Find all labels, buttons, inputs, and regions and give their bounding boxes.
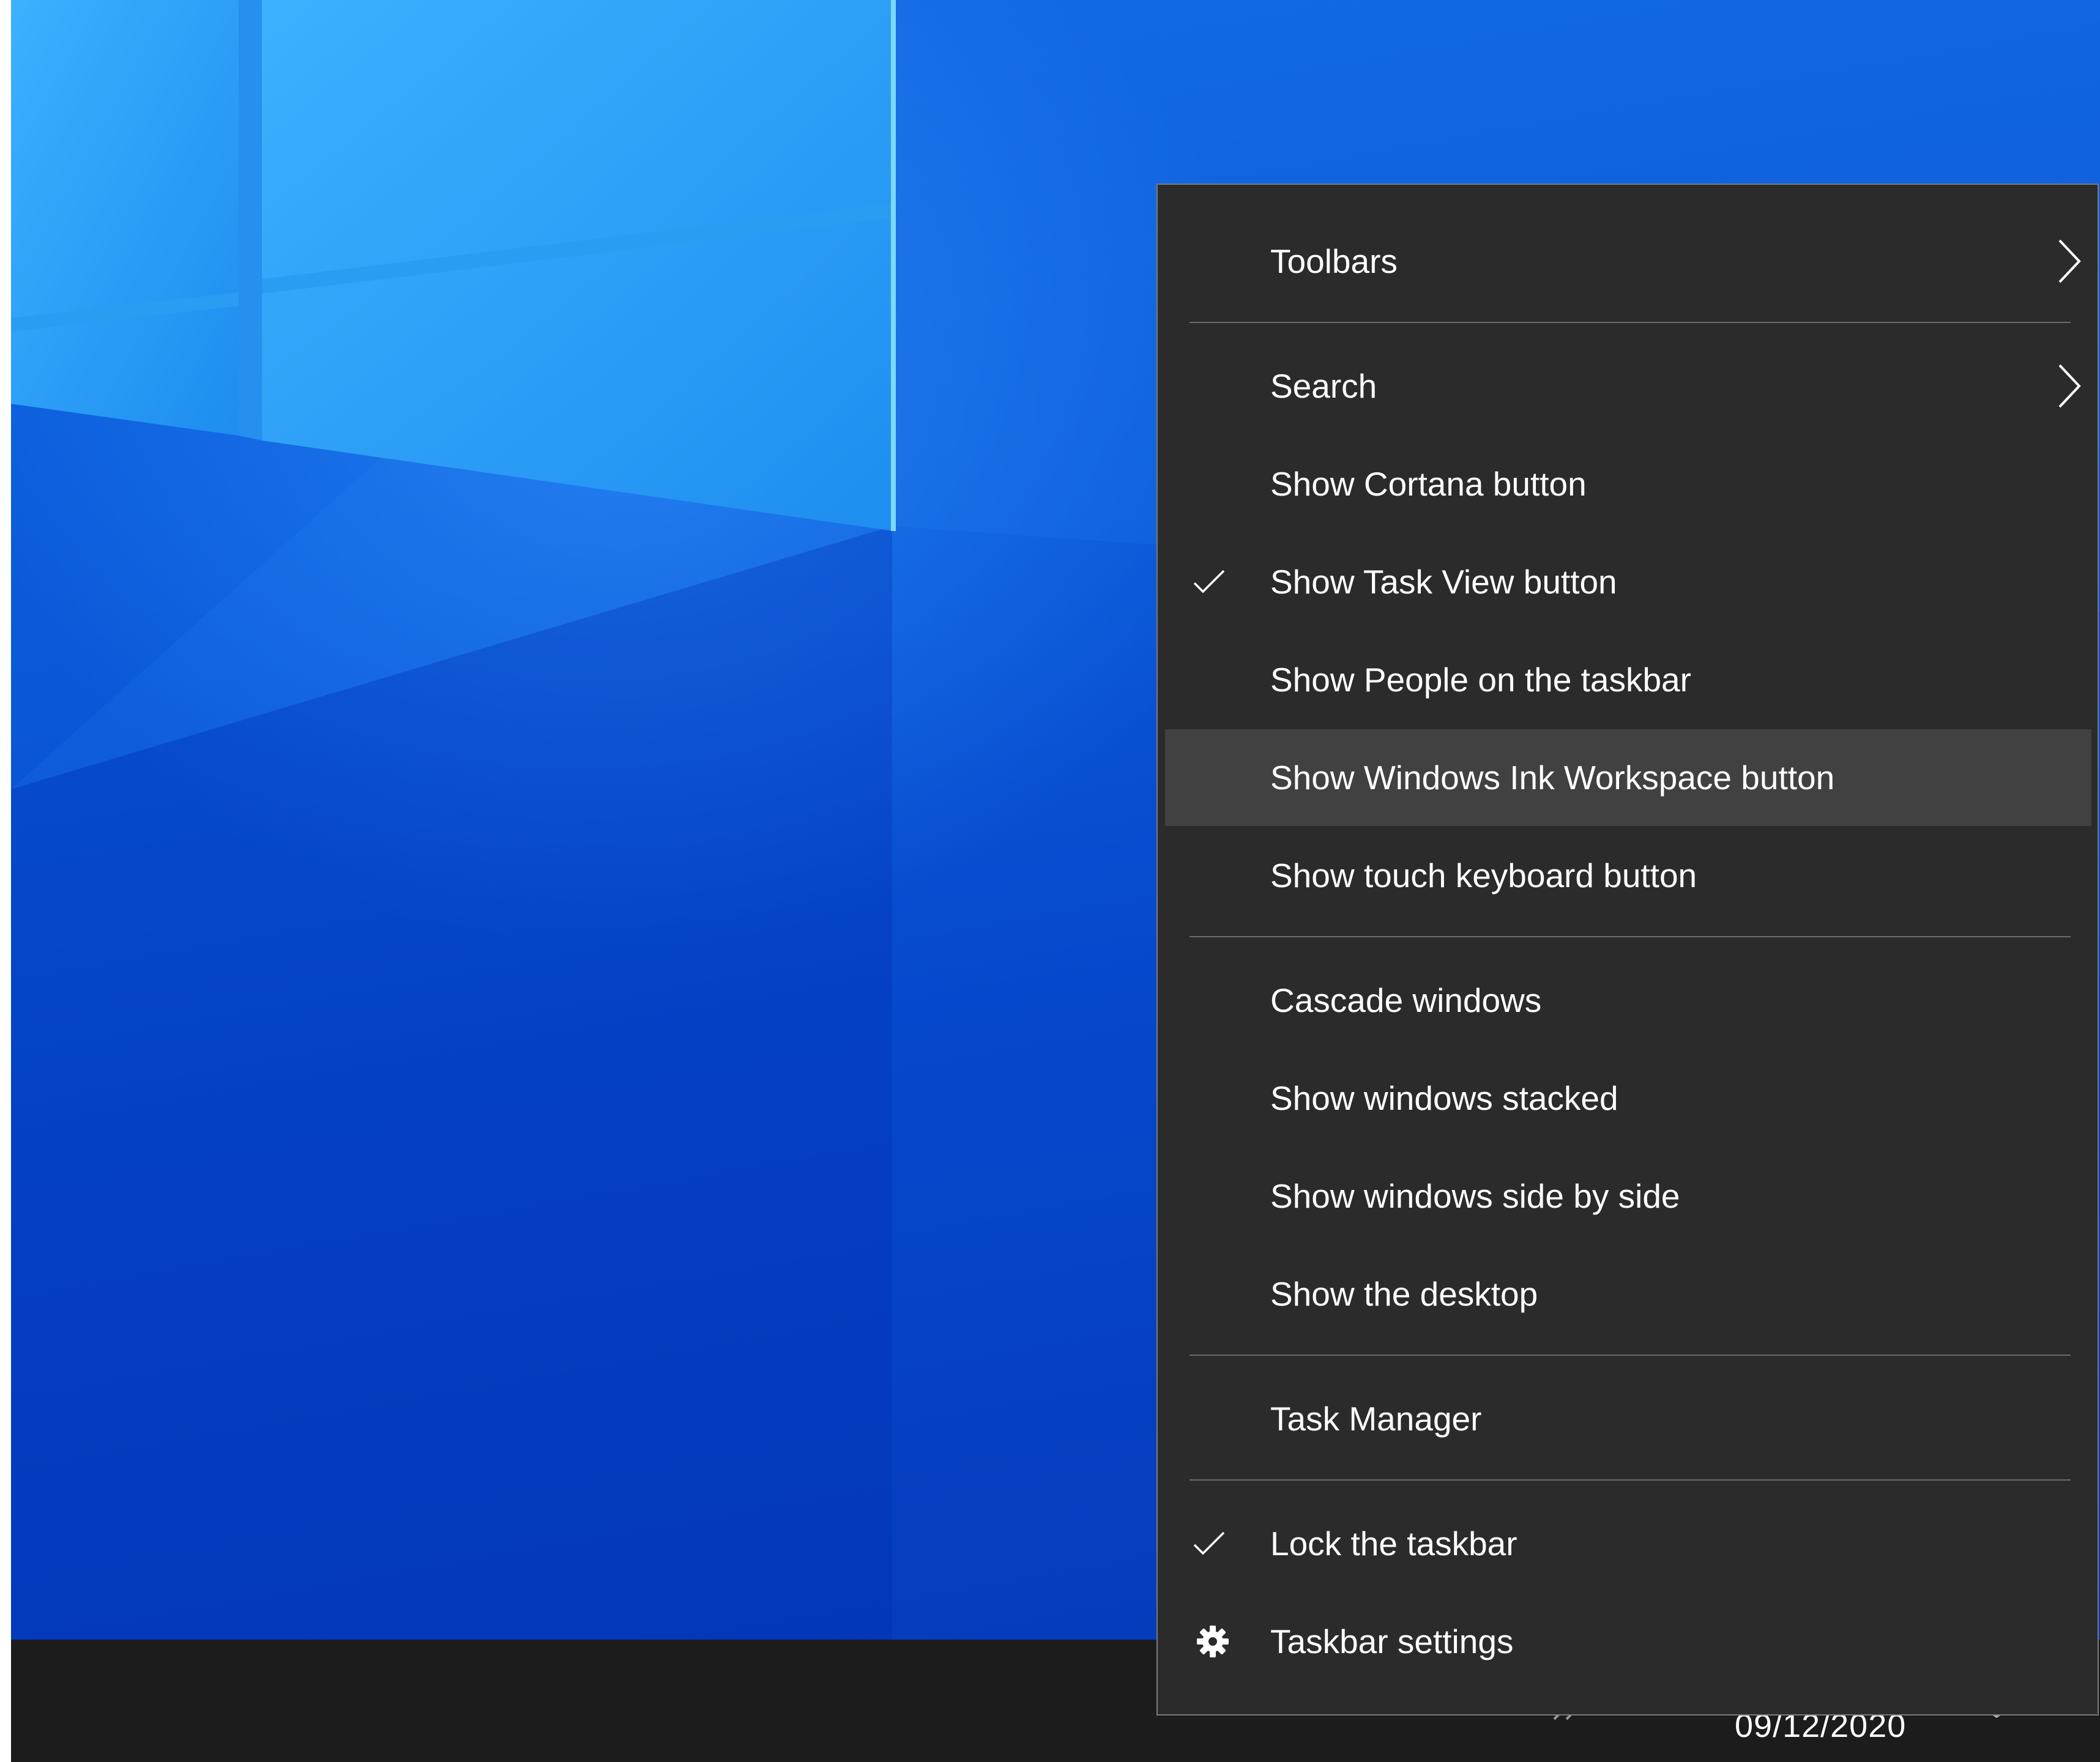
menu-separator <box>1190 1479 2071 1481</box>
gear-icon <box>1197 1626 1229 1657</box>
menu-item-label: Show windows stacked <box>1270 1079 1618 1117</box>
menu-item-label: Toolbars <box>1270 242 1398 280</box>
submenu-arrow-icon <box>2058 364 2081 408</box>
menu-item-show-touch-keyboard-button[interactable]: Show touch keyboard button <box>1165 827 2091 924</box>
checkmark-icon <box>1193 1531 1225 1555</box>
menu-item-show-people[interactable]: Show People on the taskbar <box>1165 631 2091 728</box>
menu-item-label: Show touch keyboard button <box>1270 857 1697 894</box>
menu-separator <box>1190 1355 2071 1356</box>
menu-item-label: Show windows side by side <box>1270 1177 1680 1215</box>
submenu-arrow-icon <box>2058 239 2081 283</box>
menu-item-task-manager[interactable]: Task Manager <box>1165 1370 2091 1467</box>
menu-item-show-task-view-button[interactable]: Show Task View button <box>1165 533 2091 630</box>
menu-item-label: Show Task View button <box>1270 563 1617 601</box>
menu-item-search[interactable]: Search <box>1165 338 2091 434</box>
menu-item-label: Lock the taskbar <box>1270 1525 1517 1563</box>
menu-item-label: Taskbar settings <box>1270 1623 1514 1660</box>
menu-item-cascade-windows[interactable]: Cascade windows <box>1165 952 2091 1049</box>
menu-item-label: Cascade windows <box>1270 981 1542 1019</box>
screen: 09/12/2020 Toolbars Search Show Cortana … <box>0 0 2100 1762</box>
taskbar-context-menu: Toolbars Search Show Cortana button Show… <box>1156 184 2099 1716</box>
windows-logo-icon <box>11 0 896 531</box>
menu-item-show-windows-side-by-side[interactable]: Show windows side by side <box>1165 1148 2091 1244</box>
menu-item-show-cortana-button[interactable]: Show Cortana button <box>1165 436 2091 532</box>
menu-item-taskbar-settings[interactable]: Taskbar settings <box>1165 1593 2091 1690</box>
menu-item-toolbars[interactable]: Toolbars <box>1165 213 2091 310</box>
menu-item-label: Show the desktop <box>1270 1275 1538 1313</box>
menu-item-show-windows-stacked[interactable]: Show windows stacked <box>1165 1050 2091 1147</box>
menu-item-lock-the-taskbar[interactable]: Lock the taskbar <box>1165 1495 2091 1592</box>
menu-separator <box>1190 936 2071 937</box>
menu-item-label: Search <box>1270 367 1377 405</box>
menu-item-show-windows-ink-workspace-button[interactable]: Show Windows Ink Workspace button <box>1165 729 2091 826</box>
menu-item-label: Show People on the taskbar <box>1270 661 1691 699</box>
menu-item-label: Show Windows Ink Workspace button <box>1270 759 1835 797</box>
menu-item-label: Task Manager <box>1270 1400 1482 1438</box>
menu-separator <box>1190 322 2071 323</box>
checkmark-icon <box>1193 570 1225 593</box>
menu-item-show-the-desktop[interactable]: Show the desktop <box>1165 1246 2091 1342</box>
menu-item-label: Show Cortana button <box>1270 465 1587 503</box>
